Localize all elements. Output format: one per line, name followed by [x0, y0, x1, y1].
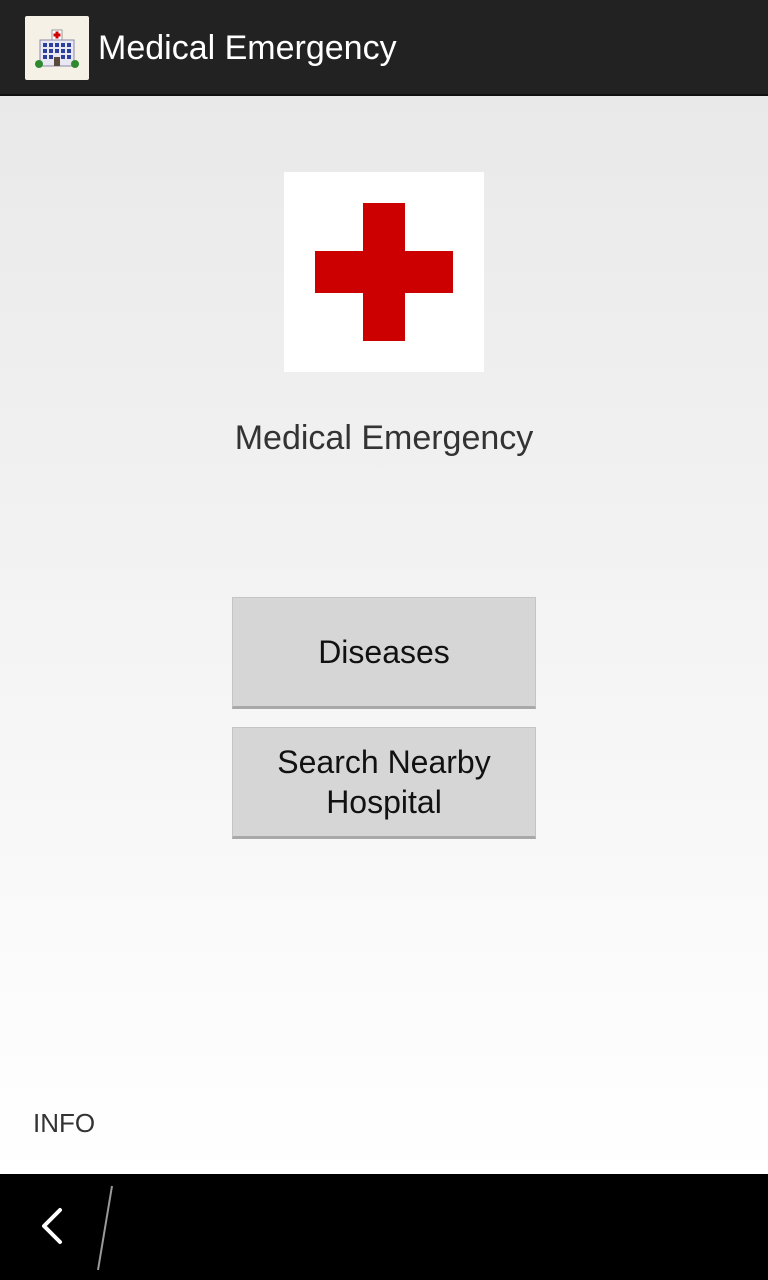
red-cross-icon [284, 172, 484, 372]
hospital-building-icon[interactable] [25, 16, 89, 80]
navigation-bar [0, 1174, 768, 1280]
diseases-button[interactable]: Diseases [232, 597, 536, 709]
search-nearby-hospital-button-label: Search Nearby Hospital [277, 744, 491, 820]
diseases-button-label: Diseases [318, 634, 450, 670]
main-content: Medical Emergency Diseases Search Nearby… [0, 96, 768, 1174]
page-heading: Medical Emergency [234, 419, 534, 457]
app-title: Medical Emergency [98, 29, 397, 67]
info-link[interactable]: INFO [33, 1108, 95, 1139]
search-nearby-hospital-button[interactable]: Search Nearby Hospital [232, 727, 536, 839]
divider-line [90, 1182, 120, 1272]
back-chevron-icon[interactable] [30, 1198, 80, 1254]
action-bar: Medical Emergency [0, 0, 768, 96]
